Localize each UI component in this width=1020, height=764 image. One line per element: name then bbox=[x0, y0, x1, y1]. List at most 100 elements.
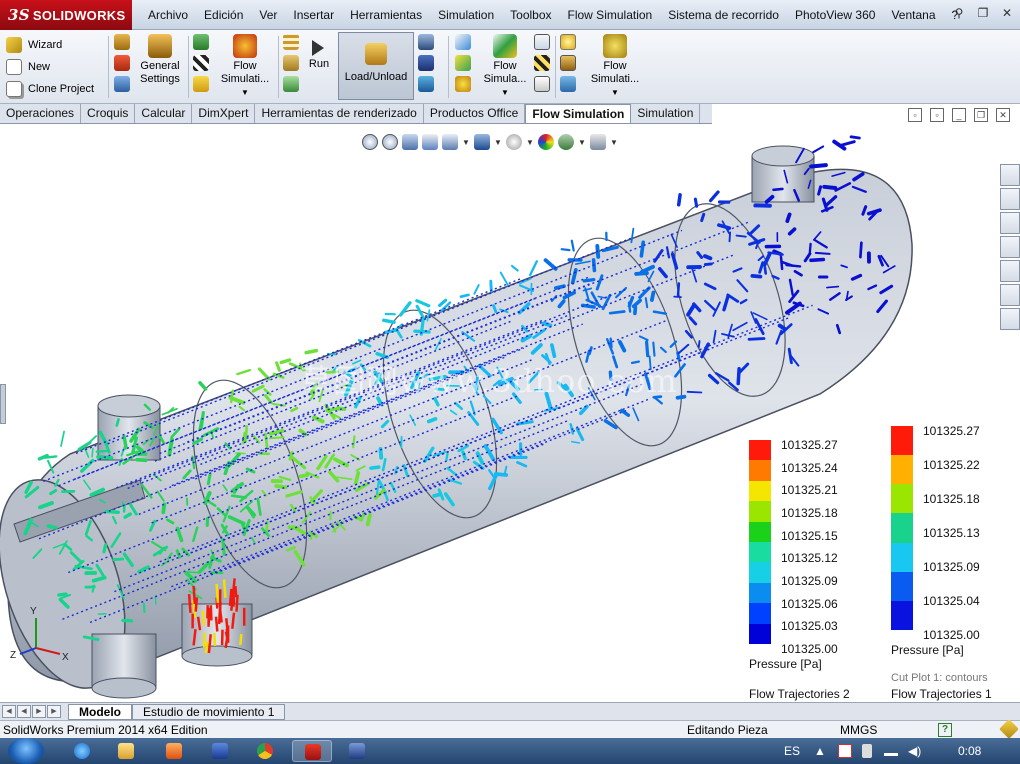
resources-icon[interactable] bbox=[1000, 164, 1020, 186]
chevron-down-icon[interactable]: ▼ bbox=[494, 138, 502, 147]
show-hidden-icons-icon[interactable]: ▲ bbox=[814, 744, 826, 758]
menu-item-5[interactable]: Simulation bbox=[430, 8, 502, 22]
feature-manager-collapse-handle[interactable] bbox=[0, 384, 6, 424]
menu-item-9[interactable]: PhotoView 360 bbox=[787, 8, 884, 22]
menu-item-2[interactable]: Ver bbox=[251, 8, 285, 22]
action-center-icon[interactable] bbox=[838, 744, 852, 758]
calculator-icon[interactable] bbox=[114, 55, 130, 71]
taskbar-chrome[interactable] bbox=[245, 740, 285, 762]
prev-tab-icon[interactable]: ◀ bbox=[17, 705, 31, 718]
home-icon[interactable] bbox=[1000, 188, 1020, 210]
volume-icon[interactable]: ◀) bbox=[908, 744, 921, 758]
boundary-icon[interactable] bbox=[114, 34, 130, 50]
run-button[interactable]: Run bbox=[304, 34, 334, 71]
scene-icon[interactable] bbox=[558, 134, 574, 150]
chevron-down-icon[interactable]: ▼ bbox=[578, 138, 586, 147]
menu-item-1[interactable]: Edición bbox=[196, 8, 251, 22]
save-icon[interactable] bbox=[418, 55, 434, 71]
section-view-icon[interactable] bbox=[422, 134, 438, 150]
menu-item-10[interactable]: Ventana bbox=[883, 8, 943, 22]
taskbar-media-player[interactable] bbox=[154, 740, 194, 762]
wizard-button[interactable]: Wizard bbox=[6, 34, 106, 56]
flag-icon[interactable] bbox=[193, 76, 209, 92]
display-settings-icon[interactable] bbox=[590, 134, 606, 150]
cascade-icon[interactable]: ▫ bbox=[930, 108, 944, 122]
zoom-to-fit-icon[interactable] bbox=[362, 134, 378, 150]
display-style-icon[interactable] bbox=[474, 134, 490, 150]
general-settings-button[interactable]: General Settings bbox=[136, 34, 184, 86]
flow-simulation-button-3[interactable]: Flow Simulati... ▼ bbox=[584, 34, 646, 99]
surface-plot-icon[interactable] bbox=[455, 55, 471, 71]
report-icon[interactable] bbox=[534, 76, 550, 92]
tab-7[interactable]: Simulation bbox=[631, 104, 701, 123]
flow-simulation-button-2[interactable]: Flow Simula... ▼ bbox=[478, 34, 532, 99]
tab-1[interactable]: Croquis bbox=[81, 104, 136, 123]
new-button[interactable]: New bbox=[6, 56, 106, 78]
results-dropdown-icon[interactable] bbox=[418, 76, 434, 92]
file-explorer-icon[interactable] bbox=[1000, 236, 1020, 258]
zoom-area-icon[interactable] bbox=[382, 134, 398, 150]
start-button[interactable] bbox=[8, 738, 44, 764]
checker-icon[interactable] bbox=[193, 55, 209, 71]
isosurface-icon[interactable] bbox=[455, 76, 471, 92]
tab-5[interactable]: Productos Office bbox=[424, 104, 526, 123]
taskbar-explorer[interactable] bbox=[106, 740, 146, 762]
language-indicator[interactable]: ES bbox=[784, 744, 800, 758]
menu-item-4[interactable]: Herramientas bbox=[342, 8, 430, 22]
tab-2[interactable]: Calcular bbox=[135, 104, 193, 123]
mesh-icon[interactable] bbox=[283, 34, 299, 50]
menu-item-7[interactable]: Flow Simulation bbox=[560, 8, 661, 22]
previous-view-icon[interactable] bbox=[402, 134, 418, 150]
menu-item-8[interactable]: Sistema de recorrido bbox=[660, 8, 787, 22]
tag-icon[interactable] bbox=[999, 719, 1019, 739]
taskbar-internet-explorer[interactable] bbox=[62, 740, 102, 762]
fan-icon[interactable] bbox=[193, 34, 209, 50]
next-tab-icon[interactable]: ▶ bbox=[32, 705, 46, 718]
menu-item-6[interactable]: Toolbox bbox=[502, 8, 559, 22]
tile-icon[interactable]: ▫ bbox=[908, 108, 922, 122]
first-tab-icon[interactable]: ◀ bbox=[2, 705, 16, 718]
cut-plot-icon[interactable] bbox=[455, 34, 471, 50]
status-units[interactable]: MMGS bbox=[840, 723, 877, 737]
tab-0[interactable]: Operaciones bbox=[0, 104, 82, 123]
load-unload-button[interactable]: Load/Unload bbox=[338, 32, 414, 100]
restore-icon[interactable]: ❐ bbox=[974, 4, 992, 22]
appearances-icon[interactable] bbox=[1000, 284, 1020, 306]
chevron-down-icon[interactable]: ▼ bbox=[610, 138, 618, 147]
probe-icon[interactable] bbox=[418, 34, 434, 50]
clone-project-button[interactable]: Clone Project bbox=[6, 78, 106, 100]
network-icon[interactable] bbox=[884, 744, 898, 756]
chevron-down-icon[interactable]: ▼ bbox=[462, 138, 470, 147]
flow-simulation-button-1[interactable]: Flow Simulati... ▼ bbox=[214, 34, 276, 99]
taskbar-save[interactable] bbox=[337, 740, 377, 762]
view-orientation-icon[interactable] bbox=[442, 134, 458, 150]
parameters-icon[interactable] bbox=[560, 76, 576, 92]
taskbar-solidworks[interactable] bbox=[292, 740, 332, 762]
close-icon[interactable]: ✕ bbox=[998, 4, 1016, 22]
check-geometry-icon[interactable] bbox=[283, 76, 299, 92]
menu-item-3[interactable]: Insertar bbox=[285, 8, 342, 22]
pin-icon[interactable]: ⚲ bbox=[950, 4, 968, 22]
custom-properties-icon[interactable] bbox=[1000, 308, 1020, 330]
box-icon[interactable] bbox=[283, 55, 299, 71]
taskbar-word[interactable] bbox=[200, 740, 240, 762]
tab-4[interactable]: Herramientas de renderizado bbox=[255, 104, 424, 123]
component-icon[interactable] bbox=[560, 55, 576, 71]
hide-show-icon[interactable] bbox=[506, 134, 522, 150]
tab-3[interactable]: DimXpert bbox=[192, 104, 256, 123]
menu-item-0[interactable]: Archivo bbox=[140, 8, 196, 22]
restore-icon[interactable]: ❐ bbox=[974, 108, 988, 122]
lightbulb-icon[interactable] bbox=[560, 34, 576, 50]
design-library-icon[interactable] bbox=[1000, 212, 1020, 234]
tab-6[interactable]: Flow Simulation bbox=[525, 104, 632, 123]
goal-plot-icon[interactable] bbox=[534, 55, 550, 71]
view-palette-icon[interactable] bbox=[1000, 260, 1020, 282]
last-tab-icon[interactable]: ▶ bbox=[47, 705, 61, 718]
tab-modelo[interactable]: Modelo bbox=[68, 704, 132, 720]
goals-icon[interactable] bbox=[114, 76, 130, 92]
appearance-icon[interactable] bbox=[538, 134, 554, 150]
help-icon[interactable]: ? bbox=[938, 723, 952, 737]
xy-plot-icon[interactable] bbox=[534, 34, 550, 50]
clock[interactable]: 0:08 bbox=[958, 744, 981, 758]
chevron-down-icon[interactable]: ▼ bbox=[526, 138, 534, 147]
